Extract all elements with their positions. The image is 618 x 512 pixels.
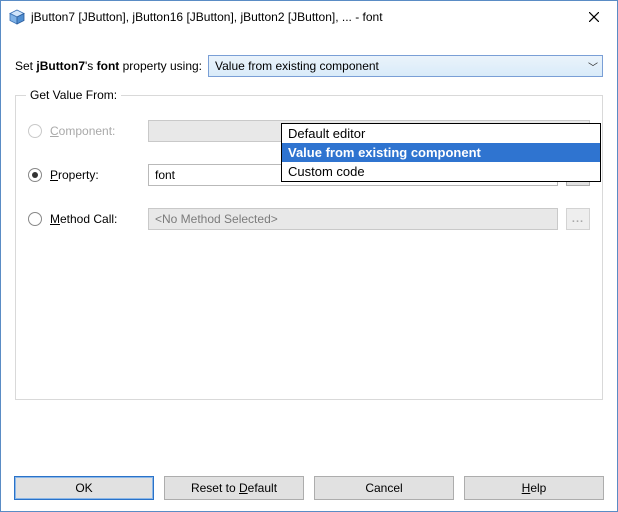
app-cube-icon: [9, 9, 25, 25]
button-bar: OK Reset to Default Cancel Help: [14, 476, 604, 500]
titlebar: jButton7 [JButton], jButton16 [JButton],…: [1, 1, 617, 33]
dropdown-option-custom-code[interactable]: Custom code: [282, 162, 600, 181]
window-title: jButton7 [JButton], jButton16 [JButton],…: [31, 10, 571, 24]
setline-text: Set jButton7's font property using:: [15, 59, 202, 73]
combobox-value: Value from existing component: [215, 59, 379, 73]
reset-to-default-button[interactable]: Reset to Default: [164, 476, 304, 500]
setline-mid: 's: [85, 59, 97, 73]
dropdown-option-default-editor[interactable]: Default editor: [282, 124, 600, 143]
setline-suffix: property using:: [119, 59, 202, 73]
help-label: Help: [522, 481, 547, 495]
dropdown-option-value-from-existing[interactable]: Value from existing component: [282, 143, 600, 162]
group-legend: Get Value From:: [26, 88, 121, 102]
method-placeholder: <No Method Selected>: [155, 212, 278, 226]
ok-button[interactable]: OK: [14, 476, 154, 500]
mode-dropdown-list[interactable]: Default editor Value from existing compo…: [281, 123, 601, 182]
property-label[interactable]: Property:: [50, 168, 140, 182]
help-button[interactable]: Help: [464, 476, 604, 500]
chevron-down-icon: ﹀: [588, 59, 598, 74]
method-browse-button: ...: [566, 208, 590, 230]
setline-property-name: font: [97, 59, 120, 73]
method-label[interactable]: Method Call:: [50, 212, 140, 226]
ellipsis-icon: ...: [572, 213, 584, 225]
property-radio[interactable]: [28, 168, 42, 182]
reset-label: Reset to Default: [191, 481, 277, 495]
cancel-button[interactable]: Cancel: [314, 476, 454, 500]
dialog-content: Set jButton7's font property using: Valu…: [1, 33, 617, 400]
method-row: Method Call: <No Method Selected> ...: [28, 208, 590, 230]
method-radio[interactable]: [28, 212, 42, 226]
set-property-line: Set jButton7's font property using: Valu…: [15, 55, 603, 77]
property-value: font: [155, 168, 175, 182]
close-button[interactable]: [571, 1, 617, 33]
component-radio: [28, 124, 42, 138]
cancel-label: Cancel: [365, 481, 402, 495]
setline-prefix: Set: [15, 59, 36, 73]
ok-label: OK: [75, 481, 92, 495]
method-field: <No Method Selected>: [148, 208, 558, 230]
component-label: Component:: [50, 124, 140, 138]
setline-component-name: jButton7: [36, 59, 85, 73]
close-icon: [589, 12, 599, 22]
mode-combobox[interactable]: Value from existing component ﹀: [208, 55, 603, 77]
